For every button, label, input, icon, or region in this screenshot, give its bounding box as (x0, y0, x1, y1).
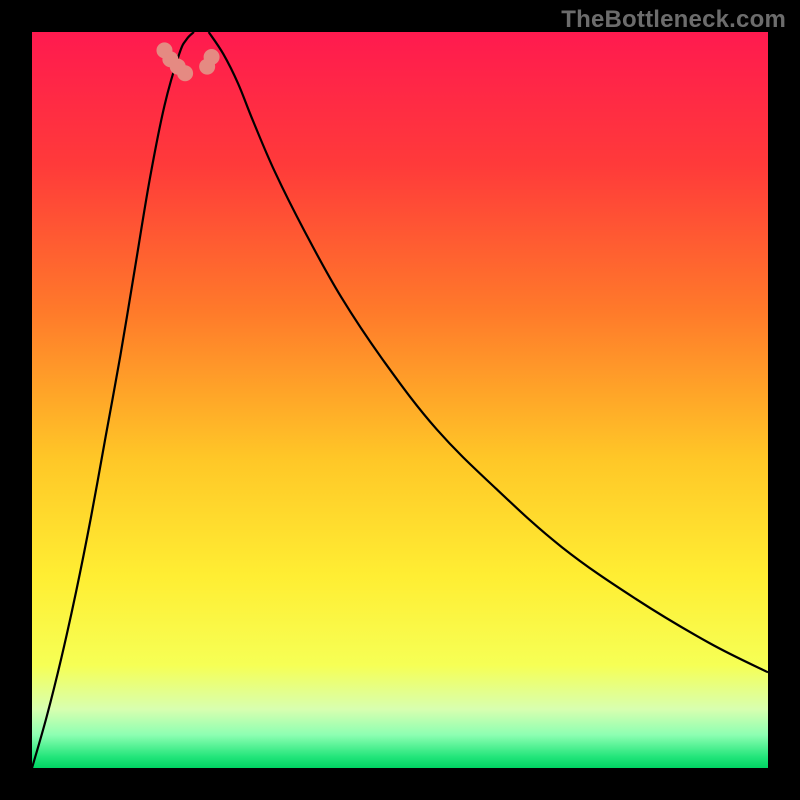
plot-svg (32, 32, 768, 768)
plot-area (32, 32, 768, 768)
watermark-text: TheBottleneck.com (561, 6, 786, 34)
marker-dot (204, 49, 220, 65)
chart-frame: TheBottleneck.com (0, 0, 800, 800)
marker-dot (177, 65, 193, 81)
gradient-background (32, 32, 768, 768)
